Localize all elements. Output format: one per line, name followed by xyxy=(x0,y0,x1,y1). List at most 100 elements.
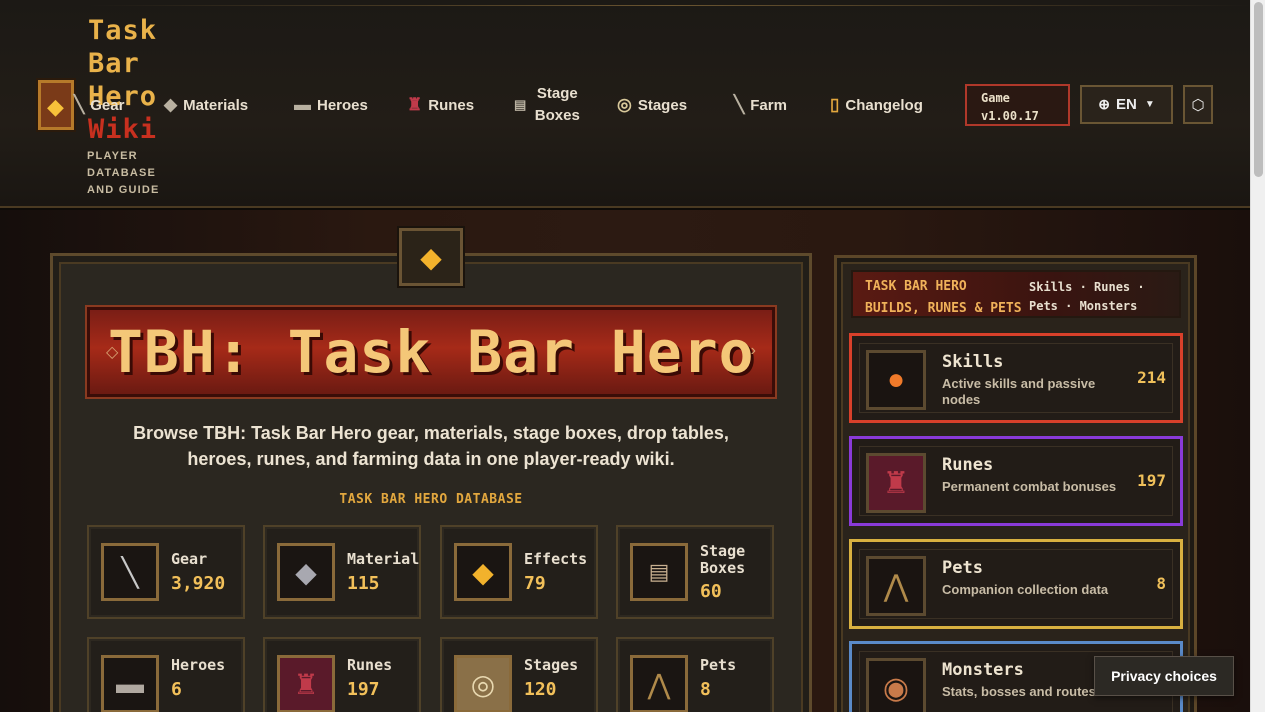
nav-label: Stage Boxes xyxy=(534,85,580,124)
fireball-icon: ● xyxy=(866,350,926,410)
vertical-scrollbar[interactable] xyxy=(1250,0,1265,712)
category-name: Pets xyxy=(942,558,983,578)
card-count: 3,920 xyxy=(171,573,226,594)
nav-changelog[interactable]: ▯ Changelog xyxy=(830,82,923,128)
card-name: Stage Boxes xyxy=(700,542,746,577)
chest-icon: ▤ xyxy=(630,543,688,601)
language-select[interactable]: ⊕ EN ▼ xyxy=(1080,85,1173,124)
nav-label: Materials xyxy=(183,96,249,114)
nav-runes[interactable]: ♜ Runes xyxy=(407,82,474,128)
portal-icon: ◎ xyxy=(454,655,512,712)
sword-icon: ╲ xyxy=(74,95,85,114)
rune-icon: ♜ xyxy=(866,453,926,513)
card-count: 60 xyxy=(700,581,722,602)
nav-label: Runes xyxy=(428,96,475,114)
nav-heroes[interactable]: ▬ Heroes xyxy=(294,82,368,128)
gem-icon: ◆ xyxy=(454,543,512,601)
sword-icon: ╲ xyxy=(101,543,159,601)
card-count: 8 xyxy=(700,679,711,700)
category-desc: Companion collection data xyxy=(942,582,1109,597)
nav-materials[interactable]: ◆ Materials xyxy=(164,82,248,128)
category-skills[interactable]: ● Skills Active skills and passive nodes… xyxy=(849,333,1183,423)
category-name: Monsters xyxy=(942,660,1024,680)
category-name: Skills xyxy=(942,352,1004,372)
card-name: Runes xyxy=(347,656,393,674)
scrollbar-thumb[interactable] xyxy=(1254,2,1263,177)
sidebar-header: TASK BAR HERO BUILDS, RUNES & PETS Skill… xyxy=(851,270,1181,318)
category-runes[interactable]: ♜ Runes Permanent combat bonuses 197 xyxy=(849,436,1183,526)
rune-icon: ♜ xyxy=(277,655,335,712)
card-count: 79 xyxy=(524,573,546,594)
game-version: v1.00.17 xyxy=(981,109,1039,123)
hero-icon: ▬ xyxy=(101,655,159,712)
golem-icon: ◉ xyxy=(866,658,926,712)
portal-icon: ◎ xyxy=(617,95,632,114)
card-count: 120 xyxy=(524,679,557,700)
sidebar-links-line: Pets · Monsters xyxy=(1029,299,1138,313)
card-name: Stages xyxy=(524,656,579,674)
category-desc: Permanent combat bonuses xyxy=(942,479,1117,494)
sidebar-links: Skills · Runes · Pets · Monsters xyxy=(1029,278,1145,316)
title-banner: ◇ TBH: Task Bar Hero Wiki › xyxy=(87,307,775,397)
sidebar-title-line: TASK BAR HERO xyxy=(865,279,967,294)
logo-line: Task xyxy=(88,15,158,46)
bat-icon: ⋀ xyxy=(866,556,926,616)
nav-farm[interactable]: ╲ Farm xyxy=(734,82,787,128)
card-name: Gear xyxy=(171,550,208,568)
category-count: 214 xyxy=(1137,368,1166,387)
chest-icon: ▤ xyxy=(514,97,527,112)
bat-icon: ⋀ xyxy=(630,655,688,712)
card-count: 6 xyxy=(171,679,182,700)
cube-icon[interactable]: ⬡ xyxy=(1183,85,1213,124)
nav-label: Gear xyxy=(90,96,125,114)
site-header: ◆ Task Bar Hero Wiki PLAYER DATABASE AND… xyxy=(0,0,1250,208)
ore-icon: ◆ xyxy=(164,95,178,114)
stat-card-heroes[interactable]: ▬ Heroes 6 xyxy=(87,637,245,712)
stat-card-runes[interactable]: ♜ Runes 197 xyxy=(263,637,421,712)
nav-label: Farm xyxy=(750,96,787,114)
stat-card-stage-boxes[interactable]: ▤ Stage Boxes 60 xyxy=(616,525,774,619)
chevron-right-icon[interactable]: › xyxy=(751,342,756,360)
ore-icon: ◆ xyxy=(277,543,335,601)
category-pets[interactable]: ⋀ Pets Companion collection data 8 xyxy=(849,539,1183,629)
game-version-button[interactable]: Game v1.00.17 xyxy=(965,84,1070,126)
gem-badge-icon: ◆ xyxy=(399,228,463,286)
stat-card-gear[interactable]: ╲ Gear 3,920 xyxy=(87,525,245,619)
stat-card-pets[interactable]: ⋀ Pets 8 xyxy=(616,637,774,712)
category-name: Runes xyxy=(942,455,994,475)
stat-card-stages[interactable]: ◎ Stages 120 xyxy=(440,637,598,712)
nav-stage-boxes[interactable]: ▤ Stage Boxes xyxy=(514,82,594,128)
globe-icon: ⊕ xyxy=(1098,96,1110,112)
card-name: Pets xyxy=(700,656,737,674)
sword-icon: ╲ xyxy=(734,95,745,114)
logo-subtitle: PLAYER DATABASE AND GUIDE xyxy=(87,150,160,196)
rune-icon: ♜ xyxy=(407,95,423,114)
logo-line: Bar xyxy=(88,48,140,79)
logo-gem-icon[interactable]: ◆ xyxy=(38,80,74,130)
privacy-choices-button[interactable]: Privacy choices xyxy=(1094,656,1234,696)
nav-label: Changelog xyxy=(845,96,923,114)
card-name: Material xyxy=(347,550,420,568)
card-count: 115 xyxy=(347,573,380,594)
chevron-down-icon: ▼ xyxy=(1144,99,1155,110)
stat-card-effects[interactable]: ◆ Effects 79 xyxy=(440,525,598,619)
language-value: EN xyxy=(1115,96,1137,113)
category-desc: Active skills and passive nodes xyxy=(942,376,1096,407)
nav-label: Heroes xyxy=(317,96,368,114)
sidebar-title-line: BUILDS, RUNES & PETS xyxy=(865,301,1022,316)
database-label: TASK BAR HERO DATABASE xyxy=(339,492,523,507)
category-count: 8 xyxy=(1156,574,1166,593)
hero-icon: ▬ xyxy=(294,95,311,114)
nav-gear[interactable]: ╲ Gear xyxy=(74,82,124,128)
stat-card-material[interactable]: ◆ Material 115 xyxy=(263,525,421,619)
game-label: Game xyxy=(981,91,1010,105)
nav-stages[interactable]: ◎ Stages xyxy=(617,82,687,128)
card-name: Heroes xyxy=(171,656,226,674)
nav-label: Stages xyxy=(637,96,688,114)
scroll-icon: ▯ xyxy=(830,95,840,114)
page: ◆ Task Bar Hero Wiki PLAYER DATABASE AND… xyxy=(0,0,1250,712)
sidebar-links-line: Skills · Runes · xyxy=(1029,280,1145,294)
banner-title: TBH: Task Bar Hero Wiki xyxy=(108,318,772,386)
card-name: Effects xyxy=(524,550,588,568)
intro-text: Browse TBH: Task Bar Hero gear, material… xyxy=(133,423,729,469)
